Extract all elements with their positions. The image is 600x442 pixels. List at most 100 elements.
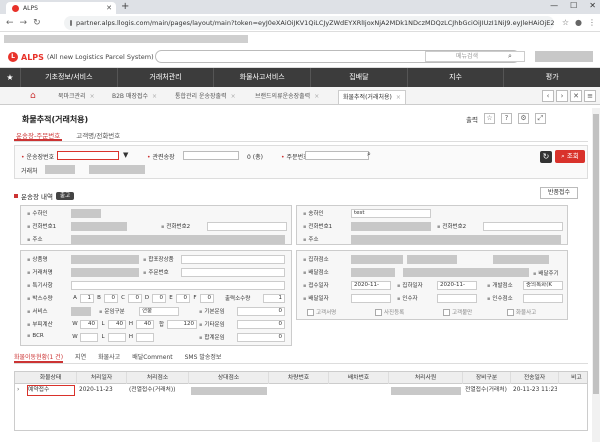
profile-icon[interactable]: ● — [575, 18, 582, 27]
cell-value[interactable] — [108, 333, 126, 342]
close-tab-icon[interactable]: × — [314, 93, 319, 100]
menu-item[interactable]: 화물사고서비스 — [213, 68, 310, 87]
close-all-icon[interactable]: ✕ — [570, 90, 582, 102]
check-complaint[interactable]: 고객불만 — [443, 308, 472, 316]
refresh-button[interactable]: ↻ — [540, 151, 552, 163]
page-tab[interactable]: 통합관리 운송장출력 × — [175, 90, 236, 104]
waybill-dropdown-icon[interactable]: ▼ — [123, 151, 128, 159]
total-fare-field[interactable]: 0 — [237, 333, 285, 342]
help-icon[interactable]: ? — [500, 113, 512, 124]
cell-value[interactable]: 0 — [152, 294, 166, 303]
bookmark-star-icon[interactable]: ☆ — [562, 18, 569, 27]
receiver-name-field[interactable]: test — [351, 209, 431, 218]
print-button[interactable]: 출력 — [466, 114, 478, 124]
close-tab-icon[interactable]: × — [90, 93, 95, 100]
favorites-star-icon[interactable]: ★ — [0, 68, 20, 87]
grid-column-header[interactable]: 화물상태 — [25, 372, 77, 384]
fare-type-field[interactable]: 현불 — [139, 307, 179, 316]
grid-column-header[interactable]: 처리점소 — [127, 372, 189, 384]
return-receive-button[interactable]: 반품접수 — [540, 187, 578, 199]
scrollbar-thumb[interactable] — [593, 114, 599, 394]
grid-column-header[interactable]: 처리일자 — [77, 372, 127, 384]
close-window-icon[interactable]: ✕ — [589, 1, 596, 10]
page-tab[interactable]: B2B 매장접수 × — [112, 90, 157, 104]
expand-icon[interactable]: ⤢ — [534, 113, 546, 124]
next-tab-icon[interactable]: › — [556, 90, 568, 102]
grid-cell[interactable]: 전열접수(거래처) — [465, 385, 509, 396]
special-note-field[interactable] — [71, 281, 285, 290]
grid-column-header[interactable]: 장비구분 — [463, 372, 511, 384]
tab-sms[interactable]: SMS 발송정보 — [185, 352, 222, 363]
browser-tab[interactable]: ALPS ✕ — [6, 2, 116, 14]
vertical-scrollbar[interactable] — [592, 108, 600, 442]
extra-fare-field[interactable]: 0 — [237, 320, 285, 329]
grid-column-header[interactable]: 배차번호 — [329, 372, 389, 384]
grid-column-header[interactable]: 처리사원 — [389, 372, 463, 384]
settings-icon[interactable]: ⚙ — [517, 113, 529, 124]
grid-column-header[interactable]: 전송일자 — [511, 372, 559, 384]
grid-cell[interactable]: 2020-11-23 — [79, 385, 125, 396]
page-tab[interactable]: 브랜드의류운송장출력 × — [255, 90, 319, 104]
receipt-date-field[interactable]: 2020-11- — [351, 281, 391, 290]
grid-column-header[interactable]: 비고 — [559, 372, 595, 384]
search-submit-button[interactable]: ⌕ 조회 — [555, 150, 585, 163]
cell-value[interactable]: 40 — [80, 320, 98, 329]
order-input[interactable] — [305, 151, 369, 160]
base-fare-field[interactable]: 0 — [237, 307, 285, 316]
cell-value[interactable]: 0 — [128, 294, 142, 303]
tab-customer-phone[interactable]: 고객명/전화번호 — [76, 130, 120, 141]
maximize-icon[interactable]: ☐ — [570, 1, 577, 10]
close-tab-icon[interactable]: ✕ — [106, 4, 112, 12]
cell-value[interactable]: 0 — [176, 294, 190, 303]
browser-menu-icon[interactable]: ⋮ — [588, 18, 596, 27]
delivery-date-field[interactable] — [351, 294, 391, 303]
check-photo[interactable]: 사진등록 — [375, 308, 404, 316]
tab-delay[interactable]: 지연 — [75, 352, 86, 363]
grid-cell[interactable]: 20-11-23 11:23 — [513, 385, 557, 396]
total-field[interactable]: 120 — [167, 320, 197, 329]
tab-movement[interactable]: 화물이동현황(1 건) — [14, 352, 64, 363]
url-field[interactable]: partner.alps.llogis.com/main/pages/layou… — [64, 16, 554, 30]
page-tab-active[interactable]: 화물추적(거래처용) × — [338, 90, 406, 104]
close-tab-icon[interactable]: × — [396, 94, 401, 101]
check-customer-sign[interactable]: 고객서명 — [307, 308, 336, 316]
sender-phone2-field[interactable] — [207, 222, 287, 231]
grid-column-header[interactable]: 차량번호 — [269, 372, 329, 384]
search-icon[interactable]: ⌕ — [367, 150, 371, 159]
receiver-phone2-field[interactable] — [483, 222, 563, 231]
waybill-input[interactable] — [57, 151, 119, 160]
bundle-select[interactable] — [181, 255, 285, 264]
cell-value[interactable]: 0 — [200, 294, 214, 303]
goods-order-field[interactable] — [181, 268, 285, 277]
cell-value[interactable] — [136, 333, 154, 342]
tab-waybill-order[interactable]: 운송장-주문번호 — [14, 130, 63, 141]
cell-value[interactable]: 1 — [80, 294, 94, 303]
cell-value[interactable]: 0 — [104, 294, 118, 303]
grid-cell[interactable] — [271, 385, 327, 396]
minimize-icon[interactable]: — — [550, 1, 558, 10]
close-tab-icon[interactable]: × — [152, 93, 157, 100]
grid-cell[interactable] — [191, 387, 267, 395]
app-logo[interactable]: L ALPS (All new Logistics Parcel System) — [8, 52, 154, 62]
menu-item[interactable]: 거래처관리 — [116, 68, 214, 87]
pickup-date-field[interactable]: 2020-11- — [437, 281, 477, 290]
prev-tab-icon[interactable]: ‹ — [542, 90, 554, 102]
star-icon[interactable]: ☆ — [483, 113, 495, 124]
cell-value[interactable] — [80, 333, 98, 342]
recipient-office-field[interactable] — [523, 294, 563, 303]
close-tab-icon[interactable]: × — [231, 93, 236, 100]
cell-value[interactable]: 40 — [136, 320, 154, 329]
grid-cell[interactable] — [561, 385, 593, 396]
search-icon[interactable]: ⌕ — [508, 52, 512, 61]
tab-menu-icon[interactable]: ≡ — [584, 90, 596, 102]
home-icon[interactable]: ⌂ — [30, 91, 40, 101]
new-tab-icon[interactable]: + — [121, 1, 129, 12]
print-qty-field[interactable]: 1 — [263, 294, 285, 303]
grid-cell[interactable]: 예약접수 — [27, 385, 75, 396]
menu-item[interactable]: 지수 — [406, 68, 504, 87]
tab-comment[interactable]: 배달Comment — [132, 352, 172, 363]
related-select[interactable] — [183, 151, 239, 160]
tab-accident[interactable]: 화물사고 — [98, 352, 120, 363]
grid-cell[interactable] — [331, 385, 387, 396]
recipient-field[interactable] — [437, 294, 477, 303]
